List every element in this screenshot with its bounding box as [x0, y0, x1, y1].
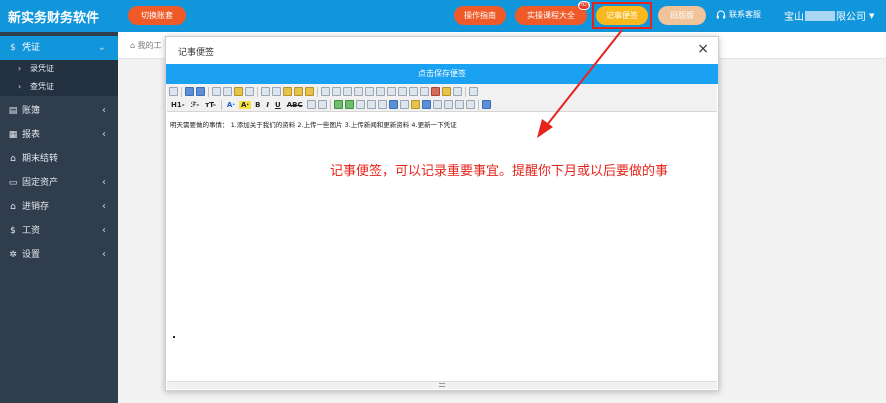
annotation-arrow: [537, 29, 623, 138]
annotation-text: 记事便签，可以记录重要事宜。提醒你下月或以后要做的事: [330, 164, 669, 179]
